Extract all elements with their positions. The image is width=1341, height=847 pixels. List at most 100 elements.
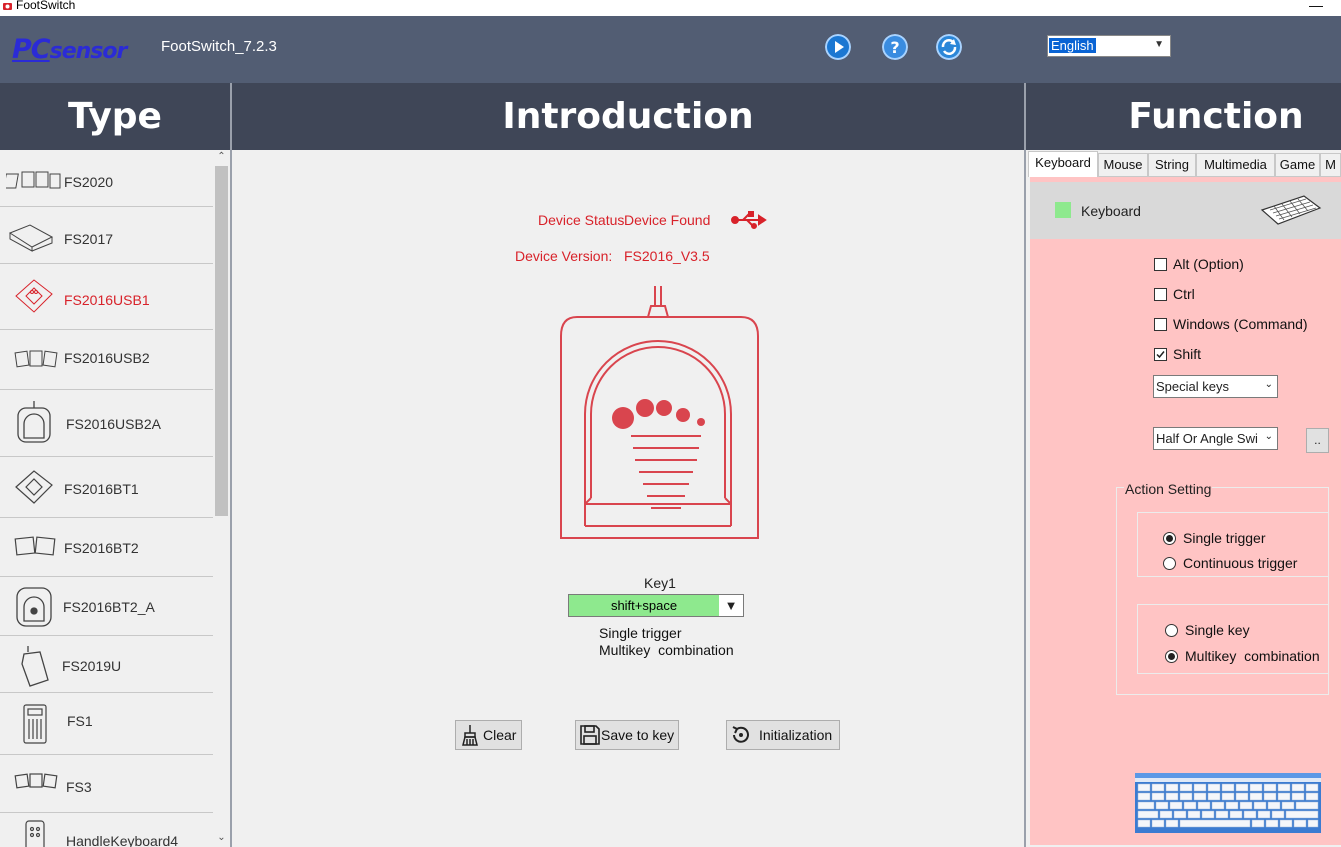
window-title: FootSwitch [16, 0, 76, 12]
more-options-button[interactable]: .. [1306, 428, 1329, 453]
minimize-button[interactable]: — [1309, 0, 1323, 13]
half-angle-value: Half Or Angle Swi [1156, 431, 1258, 446]
device-item-fs2016bt2[interactable]: FS2016BT2 [0, 518, 213, 577]
device-type-list: FS2020 FS2017 FS2016USB1 FS2016USB2 FS20… [0, 150, 213, 847]
language-value: English [1049, 38, 1096, 53]
broom-icon [462, 725, 478, 746]
multikey-combination-radio[interactable] [1165, 650, 1178, 663]
alt-label: Alt (Option) [1173, 256, 1244, 272]
clear-button-label: Clear [483, 727, 517, 743]
footswitch-illustration [560, 286, 759, 539]
fs1-device-icon [23, 704, 47, 744]
half-angle-select[interactable]: Half Or Angle Swi ⌄ [1153, 427, 1278, 450]
key-assignment-dropdown[interactable]: shift+space ▼ [568, 594, 744, 617]
scroll-down-icon[interactable]: ⌄ [213, 832, 230, 843]
special-keys-select[interactable]: Special keys ⌄ [1153, 375, 1278, 398]
device-label: FS2016BT2 [64, 540, 139, 556]
reset-icon [732, 726, 749, 743]
device-label: FS2016USB2A [66, 416, 161, 432]
divider [230, 83, 232, 847]
action-setting-label: Action Setting [1124, 481, 1213, 497]
footswitch-app-icon [3, 3, 12, 10]
usb-icon [731, 211, 767, 229]
single-key-label: Single key [1185, 622, 1250, 638]
continuous-trigger-radio[interactable] [1163, 557, 1176, 570]
play-icon[interactable] [825, 34, 851, 60]
device-label: FS2020 [64, 174, 114, 190]
device-label: HandleKeyboard4 [66, 833, 179, 847]
app-version: FootSwitch_7.2.3 [161, 38, 277, 55]
keyboard-header-label: Keyboard [1081, 203, 1141, 219]
chevron-down-icon: ⌄ [1264, 431, 1273, 442]
ctrl-label: Ctrl [1173, 286, 1195, 302]
device-label: FS2016USB2 [64, 350, 150, 366]
fs2016usb2a-device-icon [17, 401, 51, 443]
device-label: FS2016USB1 [64, 292, 150, 308]
function-title: Function [1128, 96, 1304, 137]
divider [1024, 83, 1026, 847]
fs2020-device-icon [6, 171, 61, 189]
device-label: FS2017 [64, 231, 114, 247]
save-to-key-button[interactable]: Save to key [575, 720, 679, 750]
key-assignment-value: shift+space [610, 598, 678, 613]
tab-keyboard[interactable]: Keyboard [1028, 151, 1098, 177]
tab-multimedia[interactable]: Multimedia [1196, 153, 1275, 177]
single-key-radio[interactable] [1165, 624, 1178, 637]
keyboard-icon [1260, 195, 1322, 225]
initialization-button-label: Initialization [759, 727, 833, 743]
device-item-fs2016bt1[interactable]: FS2016BT1 [0, 457, 213, 518]
single-trigger-radio[interactable] [1163, 532, 1176, 545]
device-status-label: Device Status [538, 212, 625, 228]
dropdown-arrow-icon[interactable]: ▼ [719, 595, 743, 616]
on-screen-keyboard-icon [1135, 773, 1321, 828]
device-item-handlekeyboard4[interactable]: HandleKeyboard4 [0, 813, 213, 847]
device-version-label: Device Version: [515, 248, 613, 264]
fs2016usb2-device-icon [14, 350, 58, 368]
device-item-fs2020[interactable]: FS2020 [0, 150, 213, 207]
clear-button[interactable]: Clear [455, 720, 522, 750]
device-item-fs3[interactable]: FS3 [0, 755, 213, 813]
handlekeyboard4-device-icon [25, 820, 45, 847]
device-item-fs2017[interactable]: FS2017 [0, 207, 213, 264]
shift-checkbox[interactable] [1154, 348, 1167, 361]
fs2019u-device-icon [21, 646, 49, 687]
tab-game[interactable]: Game [1275, 153, 1320, 177]
single-trigger-label: Single trigger [1183, 530, 1266, 546]
tab-mouse[interactable]: Mouse [1098, 153, 1148, 177]
save-icon [580, 725, 600, 745]
alt-checkbox[interactable] [1154, 258, 1167, 271]
device-item-fs2016usb2[interactable]: FS2016USB2 [0, 330, 213, 390]
svg-text:?: ? [890, 38, 899, 57]
ctrl-checkbox[interactable] [1154, 288, 1167, 301]
device-status-value: Device Found [624, 212, 711, 228]
refresh-icon[interactable] [936, 34, 962, 60]
windows-checkbox[interactable] [1154, 318, 1167, 331]
device-label: FS2019U [62, 658, 122, 674]
windows-label: Windows (Command) [1173, 316, 1308, 332]
device-item-fs1[interactable]: FS1 [0, 693, 213, 755]
function-tabs: Keyboard Mouse String Multimedia Game M [1028, 151, 1341, 177]
device-item-fs2019u[interactable]: FS2019U [0, 636, 213, 693]
help-icon[interactable]: ? [882, 34, 908, 60]
scroll-up-icon[interactable]: ⌃ [213, 151, 230, 162]
device-item-fs2016usb2a[interactable]: FS2016USB2A [0, 390, 213, 457]
app-header: PCsensor FootSwitch_7.2.3 ? English ▼ [0, 16, 1341, 83]
scrollbar-thumb[interactable] [215, 166, 228, 516]
trigger-mode-text: Single trigger [599, 625, 682, 641]
function-section-header: Function [1026, 83, 1341, 150]
tab-string[interactable]: String [1148, 153, 1196, 177]
tab-more[interactable]: M [1320, 153, 1341, 177]
language-select[interactable]: English ▼ [1047, 35, 1171, 57]
fs3-device-icon [14, 773, 58, 789]
on-screen-keyboard-thumbnail[interactable] [1135, 773, 1321, 833]
device-item-fs2016bt2a[interactable]: FS2016BT2_A [0, 577, 213, 636]
device-version-value: FS2016_V3.5 [624, 248, 710, 264]
fs2017-device-icon [8, 224, 54, 252]
initialization-button[interactable]: Initialization [726, 720, 840, 750]
title-bar: FootSwitch — [0, 0, 1341, 16]
device-item-fs2016usb1[interactable]: FS2016USB1 [0, 264, 213, 330]
device-label: FS2016BT2_A [63, 599, 155, 615]
fs2016bt1-device-icon [15, 470, 53, 504]
checkmark-icon [1156, 351, 1165, 359]
save-button-label: Save to key [601, 727, 675, 743]
